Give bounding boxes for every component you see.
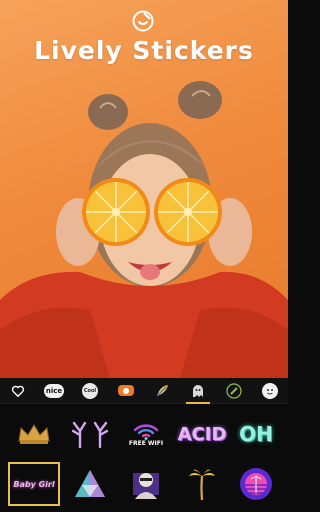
sticker-antlers[interactable]	[64, 412, 116, 456]
sticker-prism[interactable]	[64, 462, 116, 506]
statue-icon	[133, 473, 159, 499]
sticker-oh[interactable]: OH	[230, 412, 282, 456]
tab-heart[interactable]	[0, 378, 36, 404]
wifi-icon	[133, 423, 159, 440]
video-badge-icon	[118, 385, 134, 396]
sticker-baby-girl[interactable]: Baby Girl	[8, 462, 60, 506]
sticker-acid[interactable]: ACID	[176, 412, 228, 456]
palm-tree-icon	[189, 469, 215, 501]
acid-text-icon: ACID	[177, 423, 227, 445]
heart-outline-icon	[10, 383, 26, 399]
prism-icon	[75, 470, 105, 497]
sticker-grid: FREE WIFI ACID OH Baby Girl	[0, 404, 288, 512]
sticker-palm[interactable]	[176, 462, 228, 506]
tab-pencil[interactable]	[216, 378, 252, 404]
face-icon	[262, 382, 278, 399]
sticker-sunset[interactable]	[230, 462, 282, 506]
gold-crown-icon	[18, 424, 50, 444]
ghost-icon	[190, 383, 206, 399]
tab-feather[interactable]	[144, 378, 180, 404]
neon-antlers-icon	[71, 421, 109, 449]
tab-video[interactable]	[108, 378, 144, 404]
sticker-smile-icon	[132, 10, 154, 32]
baby-girl-text-icon: Baby Girl	[13, 479, 55, 489]
oh-text-icon: OH	[239, 422, 273, 446]
cool-text-icon: Cool	[82, 382, 98, 399]
tab-nice[interactable]: nice	[36, 378, 72, 404]
tab-face[interactable]	[252, 378, 288, 404]
retro-sunset-icon	[240, 468, 272, 500]
sticker-free-wifi[interactable]: FREE WIFI	[120, 412, 172, 456]
pencil-icon	[226, 382, 242, 399]
page-title: Lively Stickers	[34, 36, 254, 65]
sticker-category-tabs: nice Cool	[0, 378, 288, 404]
nice-text-icon: nice	[44, 383, 64, 398]
sticker-crown[interactable]	[8, 412, 60, 456]
tab-cool[interactable]: Cool	[72, 378, 108, 404]
feather-icon	[154, 383, 170, 399]
hero-photo: Lively Stickers	[0, 0, 288, 378]
sticker-statue[interactable]	[120, 462, 172, 506]
tab-ghost[interactable]	[180, 378, 216, 404]
